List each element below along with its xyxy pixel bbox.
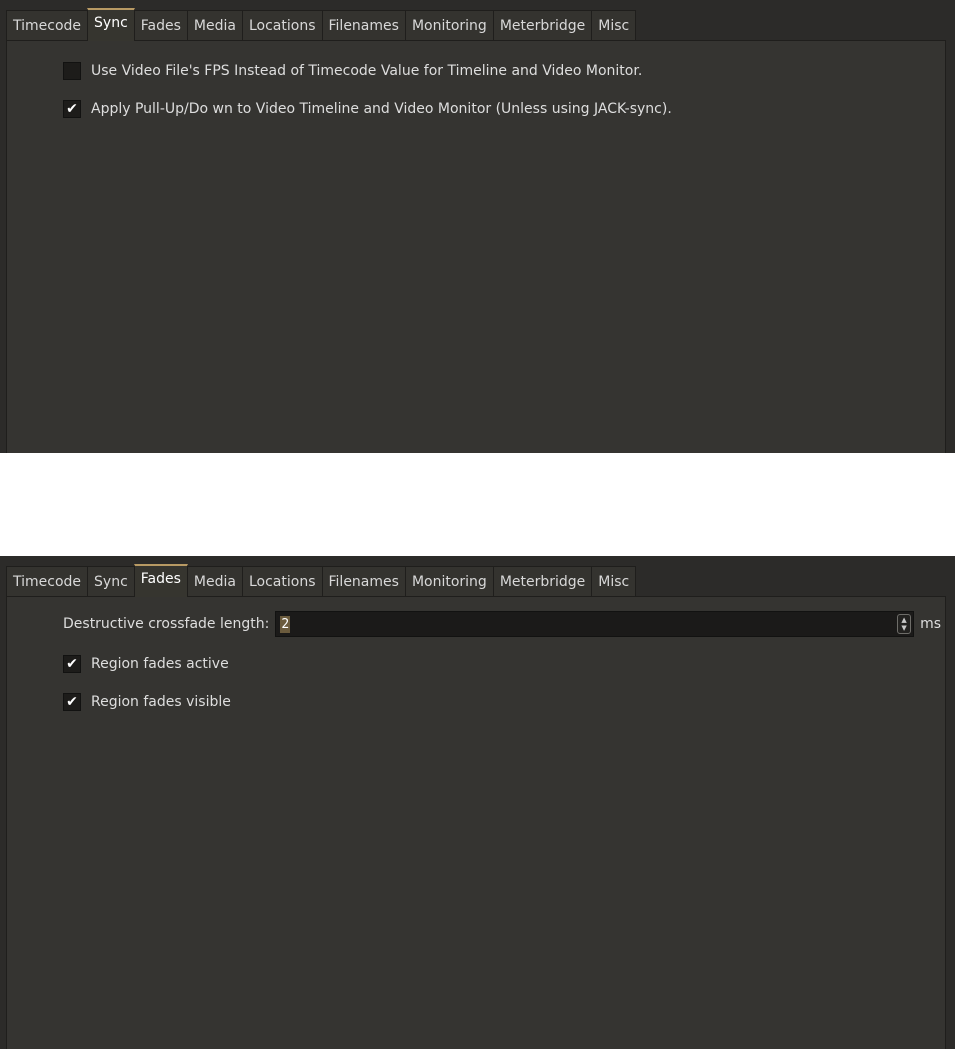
tab-misc[interactable]: Misc [591, 566, 637, 597]
region-fades-visible-checkbox[interactable]: ✔ [63, 693, 81, 711]
region-fades-visible-option[interactable]: ✔ Region fades visible [63, 693, 231, 711]
region-fades-active-label: Region fades active [91, 656, 229, 672]
tab-filenames[interactable]: Filenames [321, 566, 406, 597]
apply-pullup-option[interactable]: ✔ Apply Pull-Up/Do wn to Video Timeline … [63, 100, 672, 118]
tab-content: Use Video File's FPS Instead of Timecode… [6, 40, 946, 453]
use-video-fps-checkbox[interactable] [63, 62, 81, 80]
spin-buttons: ▲ ▼ [897, 614, 912, 634]
crossfade-length-row: Destructive crossfade length: 2 ▲ ▼ ms [63, 611, 941, 637]
use-video-fps-option[interactable]: Use Video File's FPS Instead of Timecode… [63, 62, 642, 80]
tab-bar: Timecode Sync Fades Media Locations File… [0, 8, 955, 41]
crossfade-length-label: Destructive crossfade length: [63, 616, 270, 632]
tab-locations[interactable]: Locations [241, 10, 323, 41]
tab-media[interactable]: Media [186, 10, 243, 41]
tab-sync[interactable]: Sync [87, 8, 135, 41]
decrement-icon[interactable]: ▼ [901, 624, 906, 632]
region-fades-active-checkbox[interactable]: ✔ [63, 655, 81, 673]
tab-timecode[interactable]: Timecode [6, 566, 89, 597]
preferences-sync-panel: Timecode Sync Fades Media Locations File… [0, 0, 955, 453]
apply-pullup-checkbox[interactable]: ✔ [63, 100, 81, 118]
increment-icon[interactable]: ▲ [901, 616, 906, 624]
region-fades-visible-label: Region fades visible [91, 694, 231, 710]
tab-meterbridge[interactable]: Meterbridge [492, 566, 593, 597]
tab-bar: Timecode Sync Fades Media Locations File… [0, 564, 955, 597]
use-video-fps-label: Use Video File's FPS Instead of Timecode… [91, 63, 643, 79]
tab-content: Destructive crossfade length: 2 ▲ ▼ ms ✔… [6, 596, 946, 1049]
tab-meterbridge[interactable]: Meterbridge [492, 10, 593, 41]
preferences-fades-panel: Timecode Sync Fades Media Locations File… [0, 556, 955, 1049]
crossfade-length-spinner[interactable]: 2 ▲ ▼ [275, 611, 915, 637]
tab-filenames[interactable]: Filenames [321, 10, 406, 41]
unit-label: ms [920, 616, 941, 632]
tab-misc[interactable]: Misc [591, 10, 637, 41]
tab-timecode[interactable]: Timecode [6, 10, 89, 41]
region-fades-active-option[interactable]: ✔ Region fades active [63, 655, 229, 673]
tab-locations[interactable]: Locations [241, 566, 323, 597]
apply-pullup-label: Apply Pull-Up/Do wn to Video Timeline an… [91, 101, 672, 117]
tab-sync[interactable]: Sync [87, 566, 135, 597]
tab-monitoring[interactable]: Monitoring [404, 566, 494, 597]
tab-fades[interactable]: Fades [133, 564, 188, 597]
tab-media[interactable]: Media [186, 566, 243, 597]
crossfade-length-value[interactable]: 2 [280, 615, 291, 633]
tab-fades[interactable]: Fades [133, 10, 188, 41]
tab-monitoring[interactable]: Monitoring [404, 10, 494, 41]
